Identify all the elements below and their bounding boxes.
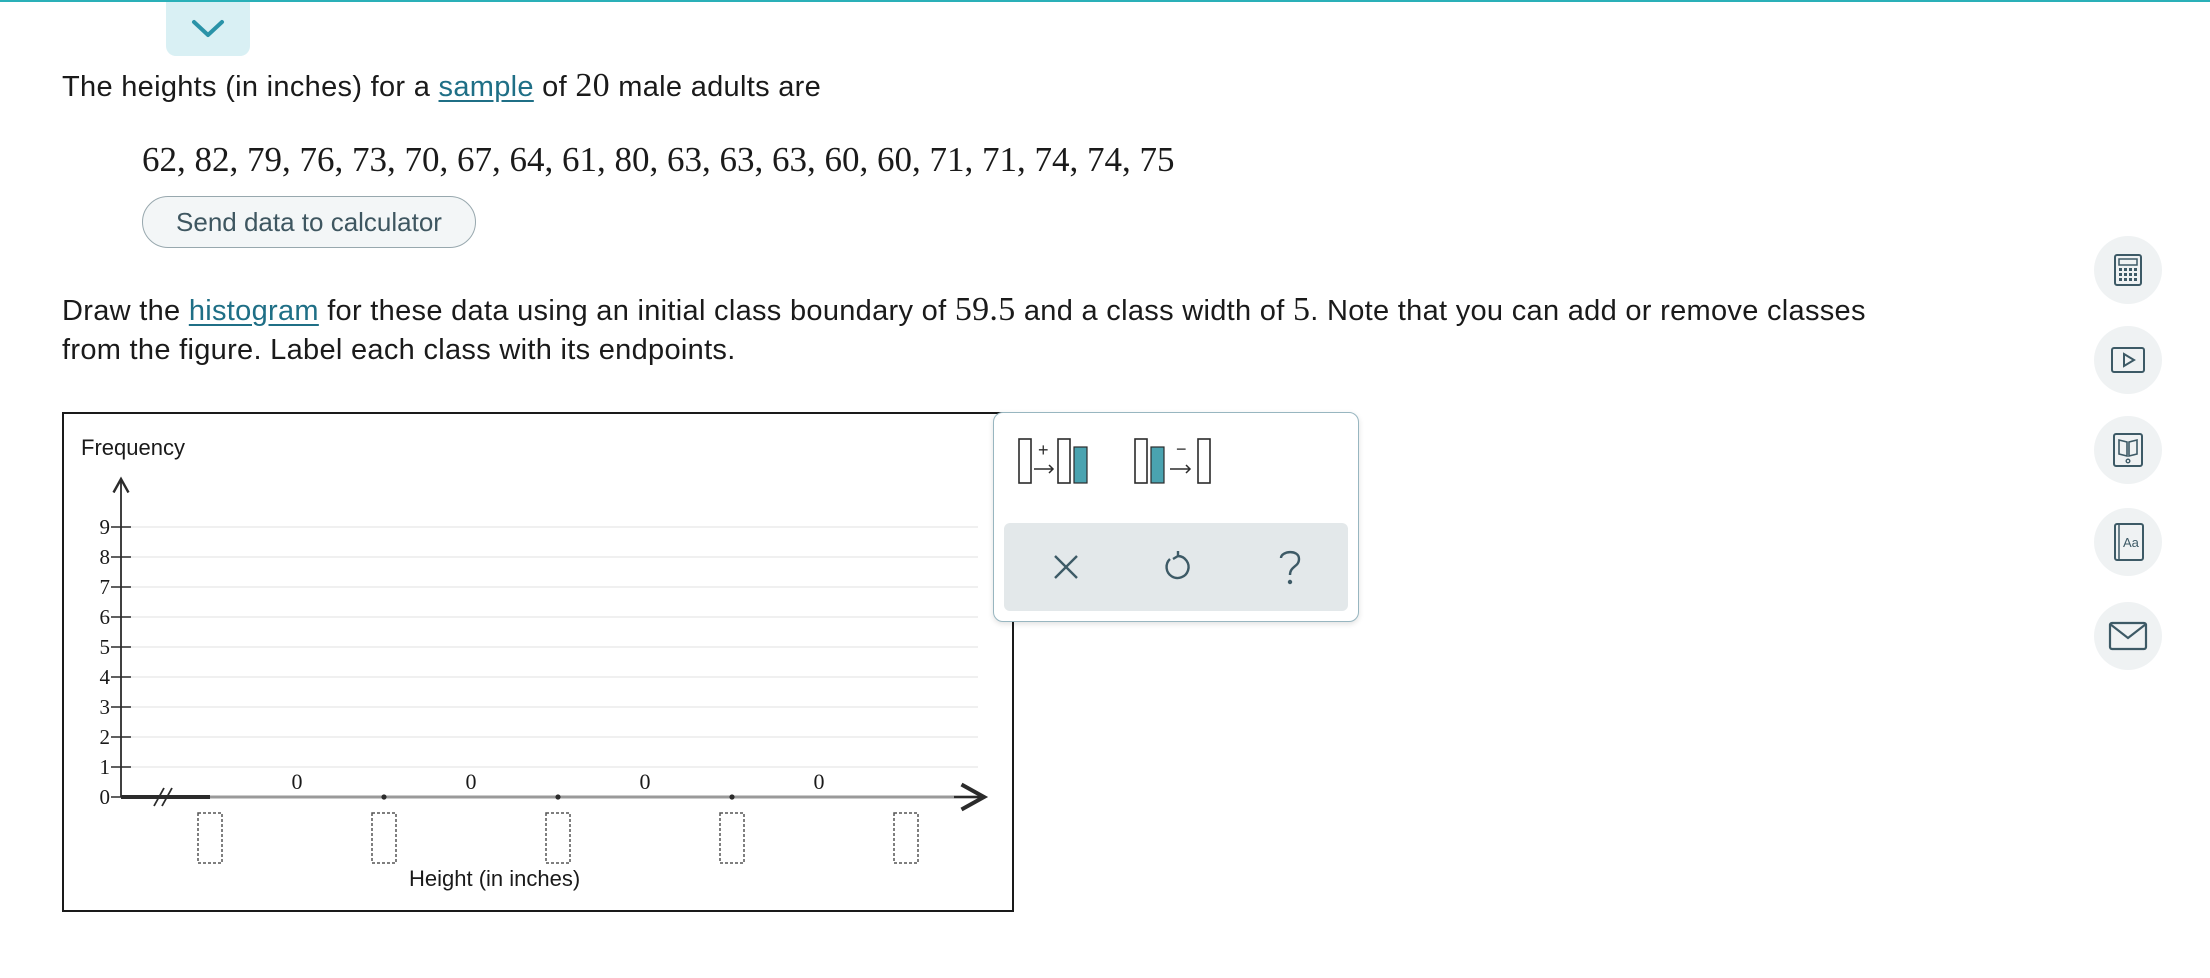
message-icon (2108, 621, 2148, 651)
clear-icon (1054, 555, 1078, 579)
tools-action-strip (1004, 523, 1348, 611)
y-tick-label: 3 (100, 695, 111, 719)
undo-icon (1165, 551, 1190, 580)
instructions: Draw the histogram for these data using … (62, 290, 1866, 331)
intro-text-end: male adults are (609, 71, 822, 103)
histogram-link[interactable]: histogram (189, 295, 319, 327)
question-intro: The heights (in inches) for a sample of … (62, 66, 821, 107)
class-width: 5 (1292, 291, 1311, 328)
y-tick-label: 1 (100, 755, 111, 779)
intro-text-mid: of (533, 71, 576, 103)
instructions-line2: from the figure. Label each class with i… (62, 334, 736, 366)
intro-text: The heights (in inches) for a (62, 71, 439, 103)
y-tick-label: 5 (100, 635, 111, 659)
clear-button[interactable] (1040, 541, 1092, 593)
y-axis-label: Frequency (81, 435, 185, 460)
bar-frequency-label: 0 (640, 769, 651, 794)
y-tick-label: 7 (100, 575, 111, 599)
instr-text-mid2: and a class width of (1015, 295, 1293, 327)
svg-text:+: + (1038, 440, 1049, 460)
message-button[interactable] (2094, 602, 2162, 670)
glossary-button[interactable]: Aa (2094, 508, 2162, 576)
data-values: 62, 82, 79, 76, 73, 70, 67, 64, 61, 80, … (142, 140, 1175, 179)
bar-frequency-label: 0 (466, 769, 477, 794)
glossary-icon: Aa (2114, 523, 2144, 561)
y-tick-label: 8 (100, 545, 111, 569)
bar-frequency-label: 0 (292, 769, 303, 794)
endpoint-input[interactable] (719, 812, 745, 864)
svg-text:Aa: Aa (2123, 535, 2140, 550)
class-boundary-dot (729, 794, 735, 800)
x-axis-label: Height (in inches) (409, 866, 580, 891)
remove-class-icon: − (1134, 438, 1211, 484)
sample-link[interactable]: sample (439, 71, 534, 103)
endpoint-input[interactable] (371, 812, 397, 864)
sample-size: 20 (575, 67, 610, 104)
add-class-button[interactable]: + (1016, 433, 1096, 489)
top-accent-line (0, 0, 2210, 2)
class-boundary-dot (555, 794, 561, 800)
collapse-toggle-button[interactable] (166, 2, 250, 56)
instr-text-end: . Note that you can add or remove classe… (1310, 295, 1866, 327)
instr-text: Draw the (62, 295, 189, 327)
endpoint-input[interactable] (197, 812, 223, 864)
y-tick-label: 6 (100, 605, 111, 629)
remove-class-button[interactable]: − (1132, 433, 1216, 489)
initial-boundary: 59.5 (954, 291, 1016, 328)
bar-frequency-label: 0 (814, 769, 825, 794)
endpoint-input[interactable] (545, 812, 571, 864)
calculator-icon (2114, 254, 2142, 286)
help-button[interactable] (1264, 541, 1316, 593)
ebook-icon (2113, 433, 2143, 467)
endpoint-input[interactable] (893, 812, 919, 864)
histogram-chart[interactable]: Frequency Height (in inches) 0 1 2 3 4 5 6 7 8 9 0… (64, 414, 1012, 910)
calculator-button[interactable] (2094, 236, 2162, 304)
y-tick-label: 9 (100, 515, 111, 539)
ebook-button[interactable] (2094, 416, 2162, 484)
instr-text-mid: for these data using an initial class bo… (318, 295, 955, 327)
graph-tools-panel: + − (993, 412, 1359, 622)
y-tick-label: 2 (100, 725, 111, 749)
video-icon (2111, 347, 2145, 373)
class-boundary-dot (381, 794, 387, 800)
undo-button[interactable] (1152, 541, 1204, 593)
add-class-icon: + (1018, 438, 1088, 484)
video-button[interactable] (2094, 326, 2162, 394)
send-data-button[interactable]: Send data to calculator (142, 196, 476, 248)
svg-text:−: − (1176, 439, 1187, 459)
y-tick-label: 0 (100, 785, 111, 809)
chevron-down-icon (192, 20, 224, 37)
histogram-graph[interactable]: Frequency Height (in inches) 0 1 2 3 4 5 6 7 8 9 0… (62, 412, 1014, 912)
y-tick-label: 4 (100, 665, 111, 689)
help-icon (1279, 550, 1301, 585)
